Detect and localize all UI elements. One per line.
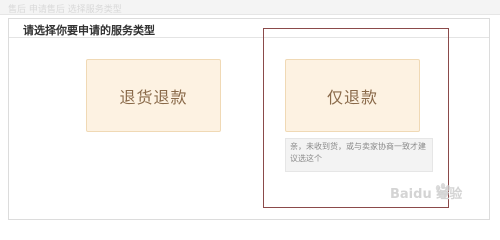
breadcrumb-text: 售后 申请售后 选择服务类型 (8, 5, 122, 15)
tip-text: 亲，未收到货，或与卖家协商一致才建议选这个 (290, 142, 426, 163)
baidu-paw-icon: Baidu 经验 (390, 183, 463, 202)
top-breadcrumb-strip: 售后 申请售后 选择服务类型 (0, 0, 500, 15)
service-type-page: 售后 申请售后 选择服务类型 请选择你要申请的服务类型 退货退款 仅退款 亲，未… (0, 0, 500, 224)
option-refund-only-button[interactable]: 仅退款 (285, 59, 420, 132)
baidu-watermark: Baidu 经验 (386, 180, 496, 206)
option-label: 仅退款 (326, 87, 378, 107)
option-label: 退货退款 (119, 87, 188, 107)
watermark-text: Baidu 经验 (390, 186, 463, 202)
refund-only-tip: 亲，未收到货，或与卖家协商一致才建议选这个 (285, 138, 433, 172)
panel-title: 请选择你要申请的服务类型 (23, 24, 155, 37)
option-return-and-refund-button[interactable]: 退货退款 (86, 59, 221, 132)
